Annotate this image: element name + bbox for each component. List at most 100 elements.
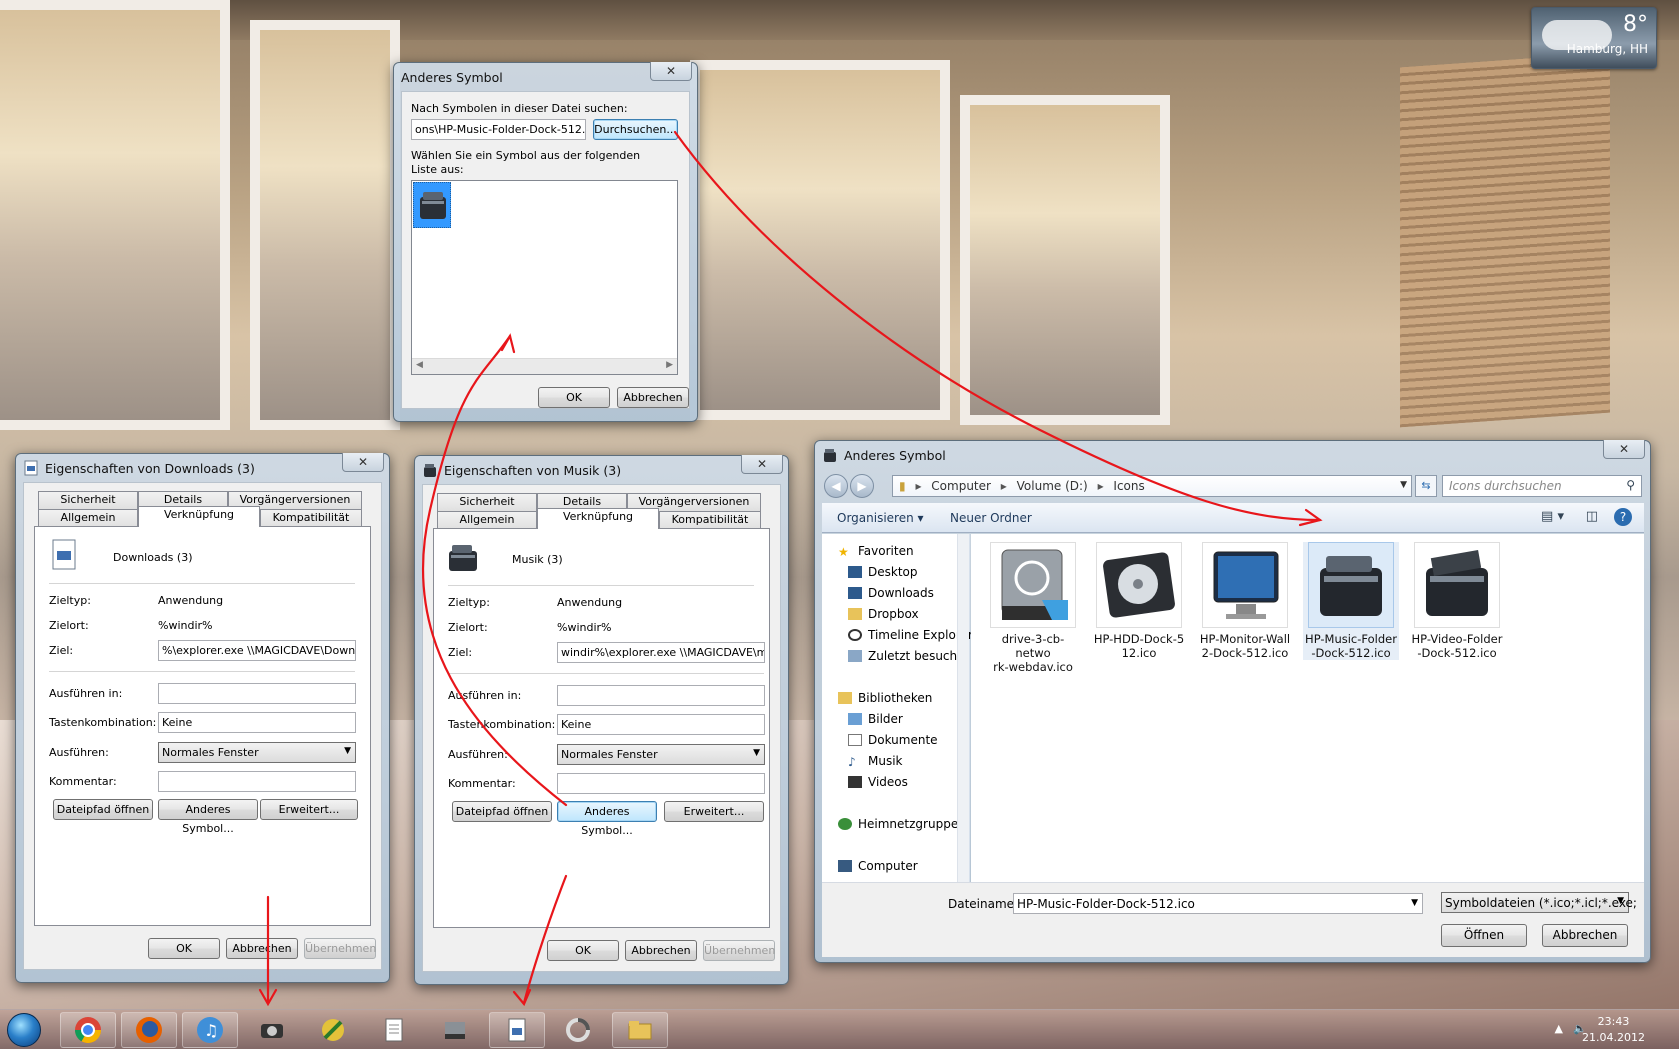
taskbar-explorer[interactable] bbox=[612, 1012, 668, 1048]
nav-desktop[interactable]: Desktop bbox=[848, 565, 918, 579]
scroll-left-icon[interactable]: ◀ bbox=[416, 360, 423, 370]
nav-bilder[interactable]: Bilder bbox=[848, 712, 903, 726]
cancel-button[interactable]: Abbrechen bbox=[625, 940, 697, 961]
tab-verknuepfung[interactable]: Verknüpfung bbox=[138, 506, 260, 527]
ausfuehren-in-input[interactable] bbox=[557, 685, 765, 706]
nav-favorites[interactable]: ★ Favoriten bbox=[838, 544, 914, 559]
nav-scrollbar[interactable] bbox=[957, 534, 969, 882]
taskbar-drive[interactable] bbox=[244, 1012, 300, 1048]
taskbar-shortcut[interactable] bbox=[489, 1012, 545, 1048]
filetype-select[interactable]: Symboldateien (*.ico;*.icl;*.exe; ▼ bbox=[1441, 892, 1637, 913]
nav-dropbox[interactable]: Dropbox bbox=[848, 607, 919, 621]
organize-button[interactable]: Organisieren ▾ bbox=[837, 511, 924, 525]
nav-musik[interactable]: ♪ Musik bbox=[848, 754, 903, 769]
apply-button[interactable]: Übernehmen bbox=[304, 938, 376, 959]
tab-sicherheit[interactable]: Sicherheit bbox=[38, 491, 138, 509]
taskbar-network-drive[interactable] bbox=[427, 1012, 483, 1048]
taskbar-document[interactable] bbox=[366, 1012, 422, 1048]
help-icon[interactable]: ? bbox=[1614, 508, 1632, 526]
tab-kompatibilitaet[interactable]: Kompatibilität bbox=[659, 511, 761, 529]
icon-list[interactable]: ◀ ▶ bbox=[411, 180, 678, 375]
cancel-button[interactable]: Abbrechen bbox=[617, 387, 689, 408]
forward-icon[interactable]: ▶ bbox=[850, 474, 874, 498]
nav-dokumente[interactable]: Dokumente bbox=[848, 733, 938, 747]
ausfuehren-select[interactable]: Normales Fenster ▼ bbox=[158, 742, 356, 763]
nav-homegroup[interactable]: Heimnetzgruppe bbox=[838, 817, 958, 831]
ausfuehren-in-input[interactable] bbox=[158, 683, 356, 704]
ziel-input[interactable]: %\explorer.exe \\MAGICDAVE\Downloads bbox=[158, 640, 356, 661]
cancel-button[interactable]: Abbrechen bbox=[1542, 924, 1628, 947]
filename-input[interactable]: HP-Music-Folder-Dock-512.ico ▼ bbox=[1013, 893, 1423, 914]
kommentar-input[interactable] bbox=[158, 771, 356, 792]
title-bar: Eigenschaften von Musik (3) ✕ bbox=[422, 455, 783, 484]
search-input[interactable]: Icons durchsuchen ⚲ bbox=[1442, 475, 1642, 497]
taskbar-firefox[interactable] bbox=[121, 1012, 177, 1048]
ok-button[interactable]: OK bbox=[547, 940, 619, 961]
close-button[interactable]: ✕ bbox=[1603, 440, 1645, 459]
dropdown-arrow-icon[interactable]: ▼ bbox=[1400, 480, 1407, 490]
cancel-button[interactable]: Abbrechen bbox=[226, 938, 298, 959]
taskbar-itunes[interactable]: ♫ bbox=[182, 1012, 238, 1048]
taskbar-chrome[interactable] bbox=[60, 1012, 116, 1048]
advanced-button[interactable]: Erweitert... bbox=[664, 801, 764, 822]
back-icon[interactable]: ◀ bbox=[824, 474, 848, 498]
ok-button[interactable]: OK bbox=[538, 387, 610, 408]
icon-list-item-selected[interactable] bbox=[413, 182, 451, 228]
weather-gadget[interactable]: 8° Hamburg, HH bbox=[1531, 7, 1657, 69]
preview-pane-icon[interactable]: ◫ bbox=[1586, 509, 1598, 524]
dropdown-arrow-icon[interactable]: ▼ bbox=[1411, 898, 1418, 908]
taskbar-spark[interactable] bbox=[305, 1012, 361, 1048]
hard-drive-icon bbox=[1103, 552, 1175, 618]
close-button[interactable]: ✕ bbox=[650, 62, 692, 81]
browse-button[interactable]: Durchsuchen... bbox=[593, 119, 678, 140]
nav-downloads[interactable]: Downloads bbox=[848, 586, 934, 600]
file-item[interactable]: HP-Video-Folder -Dock-512.ico bbox=[1409, 542, 1505, 660]
taskbar-loading[interactable] bbox=[550, 1012, 606, 1048]
file-item[interactable]: HP-HDD-Dock-5 12.ico bbox=[1091, 542, 1187, 660]
new-folder-button[interactable]: Neuer Ordner bbox=[950, 511, 1032, 525]
open-path-button[interactable]: Dateipfad öffnen bbox=[452, 801, 552, 822]
change-icon-button[interactable]: Anderes Symbol... bbox=[158, 799, 258, 835]
close-button[interactable]: ✕ bbox=[342, 453, 384, 472]
address-bar[interactable]: ▮ ▸ Computer ▸ Volume (D:) ▸ Icons ▼ bbox=[892, 475, 1412, 497]
nav-videos[interactable]: Videos bbox=[848, 775, 908, 789]
tastenkombination-input[interactable]: Keine bbox=[557, 714, 765, 735]
close-button[interactable]: ✕ bbox=[741, 455, 783, 474]
file-item[interactable]: HP-Monitor-Wall 2-Dock-512.ico bbox=[1197, 542, 1293, 660]
kommentar-input[interactable] bbox=[557, 773, 765, 794]
ziel-input[interactable]: windir%\explorer.exe \\MAGICDAVE\music bbox=[557, 642, 765, 663]
apply-button[interactable]: Übernehmen bbox=[703, 940, 775, 961]
tastenkombination-input[interactable]: Keine bbox=[158, 712, 356, 733]
horizontal-scrollbar[interactable]: ◀ ▶ bbox=[412, 358, 677, 374]
tab-allgemein[interactable]: Allgemein bbox=[437, 511, 537, 529]
file-item[interactable]: drive-3-cb-netwo rk-webdav.ico bbox=[985, 542, 1081, 674]
drive-icon bbox=[261, 1024, 283, 1038]
separator bbox=[49, 583, 355, 584]
tab-allgemein[interactable]: Allgemein bbox=[38, 509, 138, 527]
refresh-icon[interactable]: ⇆ bbox=[1415, 475, 1437, 497]
tab-sicherheit[interactable]: Sicherheit bbox=[437, 493, 537, 511]
nav-libraries[interactable]: Bibliotheken bbox=[838, 691, 932, 705]
nav-recent[interactable]: Zuletzt besucht bbox=[848, 649, 962, 663]
tab-verknuepfung[interactable]: Verknüpfung bbox=[537, 508, 659, 529]
scroll-right-icon[interactable]: ▶ bbox=[666, 360, 673, 370]
breadcrumb-computer[interactable]: Computer bbox=[931, 479, 991, 493]
open-path-button[interactable]: Dateipfad öffnen bbox=[53, 799, 153, 820]
clock[interactable]: 23:43 21.04.2012 bbox=[1582, 1014, 1645, 1046]
ausfuehren-select[interactable]: Normales Fenster ▼ bbox=[557, 744, 765, 765]
tab-kompatibilitaet[interactable]: Kompatibilität bbox=[260, 509, 362, 527]
nav-computer[interactable]: Computer bbox=[838, 859, 918, 873]
open-button[interactable]: Öffnen bbox=[1441, 924, 1527, 947]
change-icon-button[interactable]: Anderes Symbol... bbox=[557, 801, 657, 837]
start-button[interactable] bbox=[2, 1010, 46, 1049]
file-item-selected[interactable]: HP-Music-Folder -Dock-512.ico bbox=[1303, 542, 1399, 660]
breadcrumb-icons[interactable]: Icons bbox=[1113, 479, 1144, 493]
icon-file-path-input[interactable]: ons\HP-Music-Folder-Dock-512.ico bbox=[411, 119, 586, 140]
breadcrumb-volume[interactable]: Volume (D:) bbox=[1017, 479, 1088, 493]
ok-button[interactable]: OK bbox=[148, 938, 220, 959]
title-bar: Anderes Symbol ✕ bbox=[401, 62, 692, 91]
show-hidden-icons-icon[interactable]: ▲ bbox=[1555, 1022, 1563, 1035]
nav-timeline-explorer[interactable]: Timeline Explorer bbox=[848, 628, 973, 642]
advanced-button[interactable]: Erweitert... bbox=[260, 799, 358, 820]
view-options-icon[interactable]: ▤ ▾ bbox=[1541, 509, 1564, 524]
